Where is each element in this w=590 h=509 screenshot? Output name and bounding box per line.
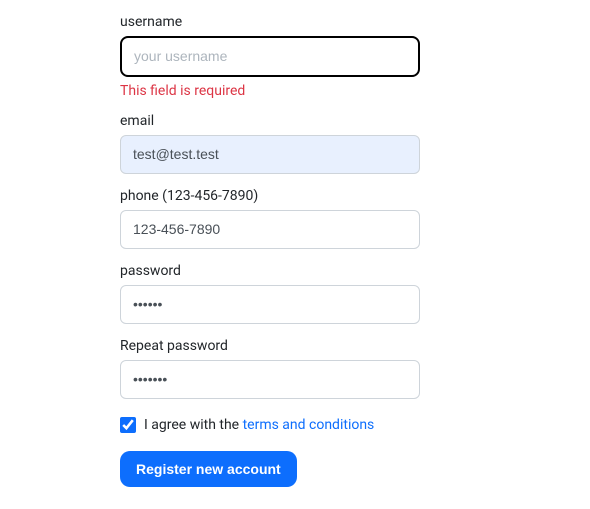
email-group: email: [120, 113, 590, 174]
phone-group: phone (123-456-7890): [120, 188, 590, 249]
username-group: username This field is required: [120, 14, 590, 99]
password-label: password: [120, 263, 590, 279]
phone-label: phone (123-456-7890): [120, 188, 590, 204]
agreement-checkbox[interactable]: [120, 417, 136, 433]
agreement-label-prefix: I agree with the: [144, 417, 243, 433]
register-button[interactable]: Register new account: [120, 451, 297, 487]
phone-input[interactable]: [120, 210, 420, 249]
agreement-row: I agree with the terms and conditions: [120, 417, 590, 433]
email-label: email: [120, 113, 590, 129]
terms-link[interactable]: terms and conditions: [243, 417, 375, 433]
username-error: This field is required: [120, 83, 590, 99]
username-input[interactable]: [120, 36, 420, 77]
username-label: username: [120, 14, 590, 30]
email-input[interactable]: [120, 135, 420, 174]
repeat-password-input[interactable]: [120, 360, 420, 399]
repeat-password-group: Repeat password: [120, 338, 590, 399]
password-group: password: [120, 263, 590, 324]
agreement-label: I agree with the terms and conditions: [144, 417, 374, 433]
repeat-password-label: Repeat password: [120, 338, 590, 354]
password-input[interactable]: [120, 285, 420, 324]
